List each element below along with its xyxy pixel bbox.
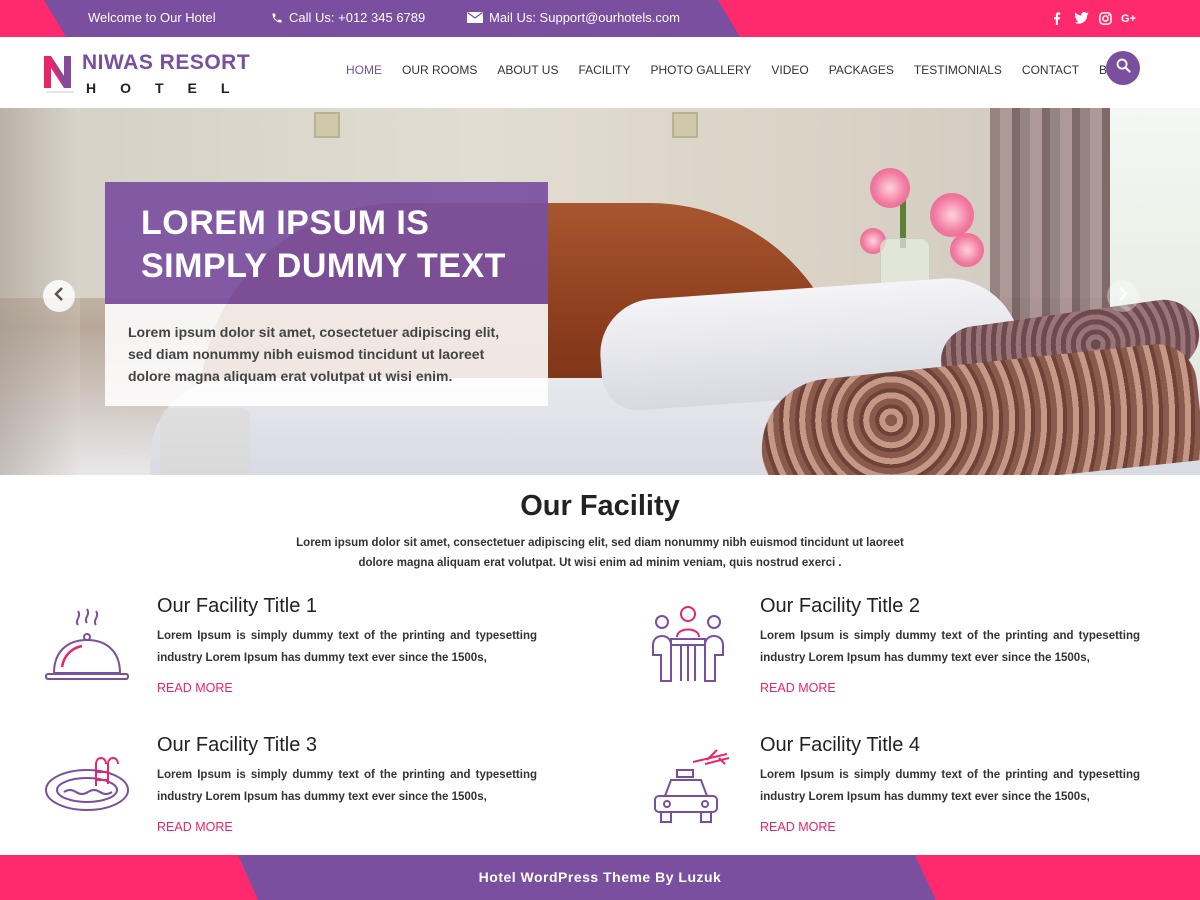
read-more-link[interactable]: READ MORE [760,681,836,695]
facility-section-description: Lorem ipsum dolor sit amet, consectetuer… [296,537,904,569]
hero-image-flower [950,233,984,267]
search-button[interactable] [1106,51,1140,85]
meeting-table-icon [645,595,735,685]
facility-card: Our Facility Title 2 Lorem Ipsum is simp… [645,595,1185,705]
slider-prev-button[interactable] [43,280,75,312]
hero-caption: LOREM IPSUM IS SIMPLY DUMMY TEXT Lorem i… [105,182,548,406]
nav-about-us[interactable]: ABOUT US [497,63,558,77]
read-more-link[interactable]: READ MORE [157,820,233,834]
logo-n-icon [42,52,76,94]
facebook-icon[interactable] [1045,9,1069,27]
nav-testimonials[interactable]: TESTIMONIALS [914,63,1002,77]
facility-title: Our Facility Title 2 [760,595,921,617]
social-links: G+ [1045,9,1141,27]
hero-title: LOREM IPSUM IS SIMPLY DUMMY TEXT [141,202,512,288]
facility-section-title: Our Facility [520,490,680,522]
food-cloche-icon [42,595,132,685]
logo-text: NIWAS RESORT HOTEL [82,52,253,98]
nav-facility[interactable]: FACILITY [578,63,630,77]
site-logo[interactable]: NIWAS RESORT HOTEL [42,52,253,98]
site-footer: Hotel WordPress Theme By Luzuk [0,855,1200,900]
nav-packages[interactable]: PACKAGES [829,63,894,77]
hero-title-box: LOREM IPSUM IS SIMPLY DUMMY TEXT [105,182,548,304]
facility-title: Our Facility Title 3 [157,734,318,756]
hero-image-glass [160,408,250,475]
read-more-link[interactable]: READ MORE [760,820,836,834]
hero-title-line-1: LOREM IPSUM IS [141,204,430,242]
hero-image-switch [672,112,698,138]
facility-text: Lorem Ipsum is simply dummy text of the … [760,630,1140,664]
mail-contact[interactable]: Mail Us: Support@ourhotels.com [467,10,680,25]
read-more-link[interactable]: READ MORE [157,681,233,695]
search-icon [1116,58,1131,78]
hero-title-line-2: SIMPLY DUMMY TEXT [141,247,506,285]
hero-image-flower [870,168,910,208]
nav-our-rooms[interactable]: OUR ROOMS [402,63,477,77]
facility-card: Our Facility Title 1 Lorem Ipsum is simp… [42,595,582,705]
hero-image-switch [314,112,340,138]
facility-text: Lorem Ipsum is simply dummy text of the … [760,769,1140,803]
slider-next-button[interactable] [1107,280,1139,312]
welcome-label: Welcome to Our Hotel [88,10,216,25]
nav-home[interactable]: HOME [346,63,382,77]
facility-card: Our Facility Title 4 Lorem Ipsum is simp… [645,734,1185,844]
chevron-right-icon [1118,286,1128,307]
hero-image-flower [930,193,974,237]
hero-slider: LOREM IPSUM IS SIMPLY DUMMY TEXT Lorem i… [0,108,1200,475]
hero-text: Lorem ipsum dolor sit amet, cosectetuer … [128,324,500,384]
footer-credit: Hotel WordPress Theme By Luzuk [478,869,722,885]
airport-taxi-icon [645,734,735,824]
facility-title: Our Facility Title 4 [760,734,921,756]
mail-icon [467,12,483,23]
twitter-icon[interactable] [1069,9,1093,27]
swimming-pool-icon [42,734,132,824]
phone-label: Call Us: +012 345 6789 [289,10,426,25]
google-plus-icon[interactable]: G+ [1117,9,1141,27]
nav-contact[interactable]: CONTACT [1022,63,1079,77]
facility-title: Our Facility Title 1 [157,595,318,617]
facility-text: Lorem Ipsum is simply dummy text of the … [157,630,537,664]
facility-card: Our Facility Title 3 Lorem Ipsum is simp… [42,734,582,844]
logo-name: NIWAS RESORT [82,51,251,74]
svg-text:G+: G+ [1121,13,1136,24]
chevron-left-icon [54,286,64,307]
site-header: NIWAS RESORT HOTEL HOME OUR ROOMS ABOUT … [0,37,1200,108]
mail-label: Mail Us: Support@ourhotels.com [489,10,680,25]
nav-video[interactable]: VIDEO [771,63,808,77]
phone-icon [271,12,283,24]
welcome-text: Welcome to Our Hotel [88,10,216,25]
logo-subtitle: HOTEL [86,80,254,96]
instagram-icon[interactable] [1093,9,1117,27]
nav-photo-gallery[interactable]: PHOTO GALLERY [650,63,751,77]
hero-text-box: Lorem ipsum dolor sit amet, cosectetuer … [105,304,548,406]
main-nav: HOME OUR ROOMS ABOUT US FACILITY PHOTO G… [346,63,1152,77]
facility-text: Lorem Ipsum is simply dummy text of the … [157,769,537,803]
top-bar: Welcome to Our Hotel Call Us: +012 345 6… [0,0,1200,37]
phone-contact[interactable]: Call Us: +012 345 6789 [271,10,425,25]
